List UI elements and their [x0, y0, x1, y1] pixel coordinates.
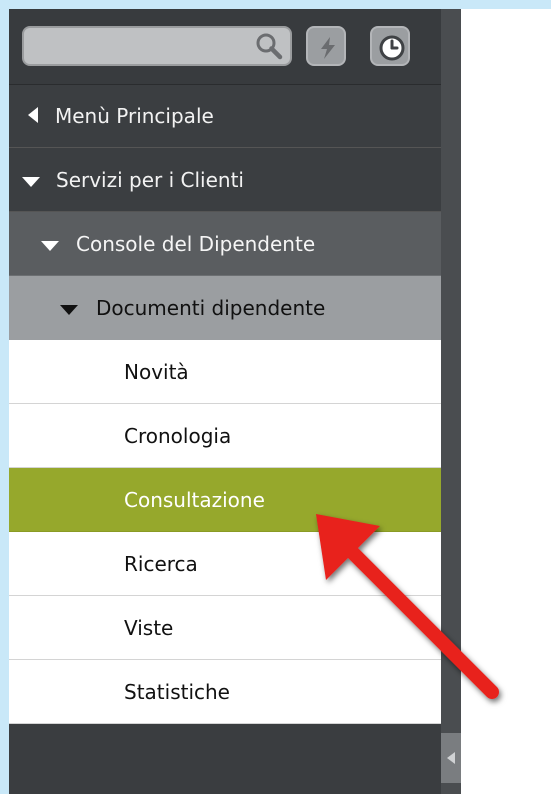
menu-item-label: Ricerca: [124, 551, 198, 576]
sidebar-toolbar: [9, 9, 441, 84]
menu-subsection-console[interactable]: Console del Dipendente: [9, 212, 441, 276]
triangle-left-icon: [28, 104, 38, 128]
menu-section-servizi[interactable]: Servizi per i Clienti: [9, 148, 441, 212]
collapse-sidebar-handle[interactable]: [441, 733, 461, 783]
search-input[interactable]: [32, 33, 242, 59]
lightning-icon: [321, 37, 335, 59]
flash-button[interactable]: [306, 26, 346, 66]
menu-section-label: Servizi per i Clienti: [56, 167, 244, 192]
menu-item-novita[interactable]: Novità: [9, 340, 441, 404]
menu-item-label: Statistiche: [124, 679, 230, 704]
menu-item-label: Consultazione: [124, 487, 265, 512]
menu-item-cronologia[interactable]: Cronologia: [9, 404, 441, 468]
triangle-left-icon: [447, 752, 455, 764]
menu-group-documenti[interactable]: Documenti dipendente: [9, 276, 441, 340]
triangle-down-icon: [60, 296, 78, 320]
search-icon[interactable]: [253, 31, 285, 63]
menu-item-label: Viste: [124, 615, 174, 640]
menu-item-label: Cronologia: [124, 423, 232, 448]
clock-icon: [379, 35, 405, 61]
triangle-down-icon: [41, 232, 59, 256]
annotation-arrow: [316, 514, 499, 699]
menu-main-principale[interactable]: Menù Principale: [9, 84, 441, 148]
menu-subsection-label: Console del Dipendente: [76, 231, 316, 256]
search-box[interactable]: [22, 26, 292, 66]
menu-group-label: Documenti dipendente: [96, 296, 326, 320]
triangle-down-icon: [22, 168, 40, 192]
menu-main-label: Menù Principale: [55, 104, 214, 128]
menu-item-label: Novità: [124, 359, 189, 384]
history-button[interactable]: [370, 26, 410, 66]
